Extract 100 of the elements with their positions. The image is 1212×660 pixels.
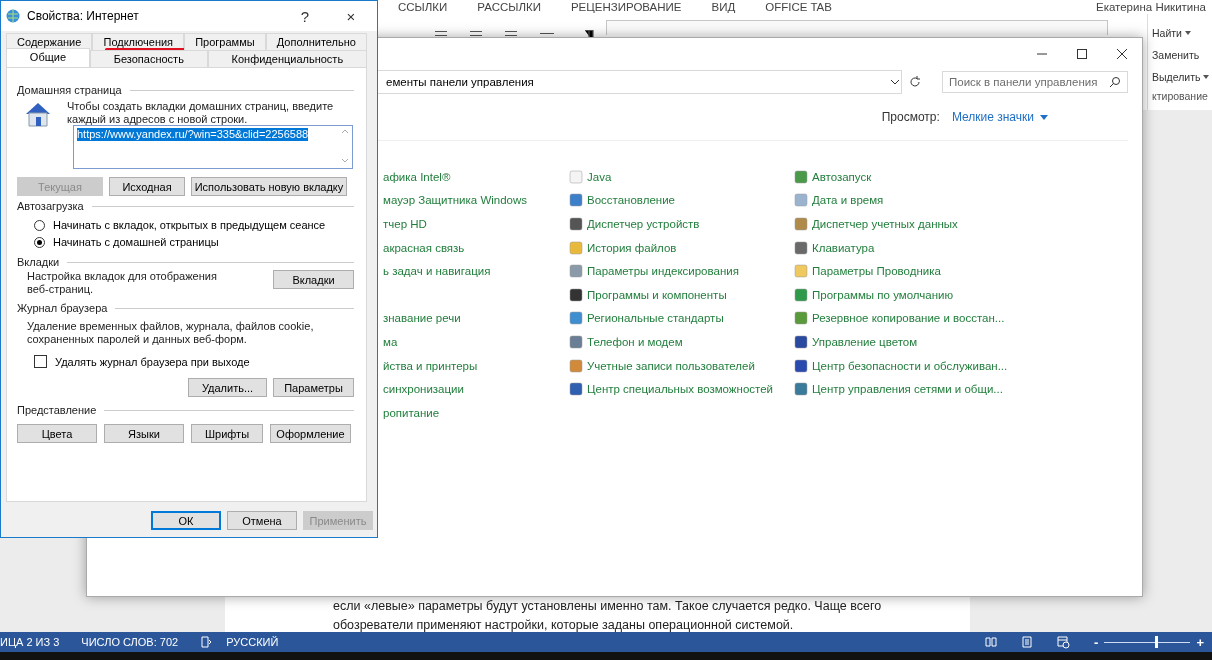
home-page-field[interactable]: https://www.yandex.ru/?win=335&clid=2256588 [73, 125, 353, 169]
applet-icon [794, 358, 808, 373]
applet-icon [569, 382, 583, 397]
appearance-button[interactable]: Шрифты [191, 424, 263, 443]
group-label: ктирование [1152, 90, 1209, 102]
appearance-button[interactable]: Цвета [17, 424, 97, 443]
radio-button[interactable] [34, 236, 45, 248]
applet-link[interactable]: Резервное копирование и восстан... [812, 312, 1005, 325]
applet-link[interactable]: афика Intel® [383, 170, 451, 183]
appearance-button[interactable]: Языки [104, 424, 184, 443]
editing-command[interactable]: Заменить [1152, 46, 1212, 63]
user-name: Екатерина Никитина [1096, 1, 1206, 13]
applet-link[interactable]: Восстановление [587, 194, 675, 207]
checkbox[interactable] [34, 355, 47, 368]
tab[interactable]: Безопасность [89, 50, 208, 67]
status-text: ИЦА 2 ИЗ 3 [0, 636, 60, 648]
tab[interactable]: Конфиденциальность [207, 50, 367, 67]
applet-link[interactable]: Программы по умолчанию [812, 288, 954, 301]
applet-link[interactable]: Управление цветом [812, 335, 918, 348]
home-page-button[interactable]: Использовать новую вкладку [191, 177, 347, 196]
applet-icon [569, 358, 583, 373]
applet-link[interactable]: акрасная связь [383, 241, 465, 254]
globe-icon [5, 8, 21, 24]
editing-command[interactable]: Выделить [1152, 68, 1212, 85]
applet-link[interactable]: Параметры Проводника [812, 265, 941, 278]
ribbon-tab[interactable]: ВИД [711, 0, 736, 14]
applet-link[interactable]: ма [383, 335, 398, 348]
applet-link[interactable]: Диспетчер устройств [587, 218, 700, 230]
applet-icon [794, 240, 808, 255]
zoom-in-button[interactable]: + [1196, 634, 1204, 650]
applet-link[interactable]: знавание речи [383, 312, 461, 325]
radio-button[interactable] [34, 219, 45, 231]
applet-link[interactable]: Телефон и модем [587, 335, 683, 348]
applet-link[interactable]: синхронизации [383, 383, 464, 396]
document-text: если «левые» параметры будут установлены именно там. Такое случается редко. Чаще всего [333, 598, 883, 615]
applet-link[interactable]: Учетные записи пользователей [587, 359, 755, 372]
applet-icon [794, 382, 808, 397]
applet-icon [569, 193, 583, 208]
tab[interactable]: Программы [184, 33, 266, 50]
ribbon-tab[interactable]: ССЫЛКИ [398, 0, 448, 14]
applet-link[interactable]: ь задач и навигация [383, 265, 491, 278]
applet-icon [569, 240, 583, 255]
ribbon-tab[interactable]: OFFICE TAB [765, 0, 832, 14]
home-page-button[interactable]: Исходная [109, 177, 185, 196]
applet-link[interactable]: Центр специальных возможностей [587, 383, 773, 396]
history-button[interactable]: Параметры [273, 378, 354, 397]
view-dropdown[interactable]: Мелкие значки [951, 110, 1048, 124]
tab[interactable]: Дополнительно [265, 33, 367, 50]
applet-icon [794, 217, 808, 231]
applet-link[interactable]: Программы и компоненты [587, 288, 727, 301]
proofing-icon [200, 636, 213, 648]
applet-link[interactable]: Автозапуск [812, 170, 872, 183]
applet-link[interactable]: Диспетчер учетных данных [812, 218, 958, 230]
read-mode-icon [984, 635, 999, 649]
search-field[interactable]: Поиск в панели управления [942, 71, 1128, 93]
applet-icon [794, 264, 808, 279]
applet-icon [794, 193, 808, 208]
radio-label: Начинать с домашней страницы [53, 236, 219, 248]
ribbon-tab[interactable]: РАССЫЛКИ [477, 0, 541, 14]
tab[interactable]: Общие [6, 48, 90, 67]
dialog-button[interactable]: ОК [151, 511, 221, 530]
home-page-hint: Чтобы создать вкладки домашних страниц, введите каждый из адресов с новой строки. [67, 100, 335, 126]
print-layout-icon [1020, 635, 1035, 649]
dialog-button[interactable]: Отмена [227, 511, 297, 530]
editing-command[interactable]: Найти [1152, 24, 1212, 41]
applet-link[interactable]: Параметры индексирования [587, 265, 739, 278]
tabs-button[interactable]: Вкладки [273, 270, 354, 289]
applet-icon [794, 169, 808, 184]
applet-link[interactable]: История файлов [587, 241, 677, 254]
caret-icon [1203, 74, 1210, 79]
document-text: обозреватели применяют настройки, которые заданы операционной системой. [333, 617, 795, 634]
applet-link[interactable]: Центр безопасности и обслуживан... [812, 359, 1008, 372]
applet-icon [569, 217, 583, 231]
radio-label: Начинать с вкладок, открытых в предыдущем сеансе [53, 219, 326, 231]
web-layout-icon [1056, 635, 1071, 649]
applet-link[interactable]: мауэр Защитника Windows [383, 194, 528, 207]
view-label: Просмотр: [881, 110, 940, 124]
caret-icon [1040, 114, 1048, 120]
close-button[interactable]: × [331, 7, 371, 25]
tab[interactable]: Подключения [92, 33, 185, 50]
help-button[interactable]: ? [285, 7, 325, 25]
applet-link[interactable]: Региональные стандарты [587, 312, 724, 325]
window-title: Свойства: Интернет [27, 9, 140, 23]
applet-link[interactable]: Клавиатура [812, 241, 875, 254]
applet-link[interactable]: Дата и время [812, 194, 884, 207]
applet-link[interactable]: йства и принтеры [383, 359, 478, 372]
applet-link[interactable]: ропитание [383, 406, 440, 419]
applet-icon [794, 287, 808, 302]
zoom-out-button[interactable]: - [1094, 634, 1099, 650]
zoom-slider-thumb[interactable] [1155, 636, 1158, 648]
group-heading: Представление [17, 404, 97, 416]
applet-link[interactable]: тчер HD [383, 218, 427, 230]
status-text: ЧИСЛО СЛОВ: 702 [81, 636, 179, 648]
history-button[interactable]: Удалить... [188, 378, 267, 397]
applet-link[interactable]: Центр управления сетями и общи... [812, 383, 1003, 396]
applet-link[interactable]: Java [587, 170, 612, 183]
applet-icon [569, 264, 583, 279]
ribbon-tab[interactable]: РЕЦЕНЗИРОВАНИЕ [570, 0, 682, 14]
group-heading: Вкладки [17, 256, 60, 268]
appearance-button[interactable]: Оформление [270, 424, 351, 443]
